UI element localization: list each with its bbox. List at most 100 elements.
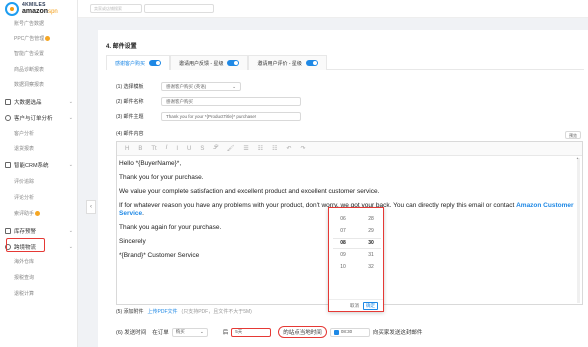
order-event-value: 购买 [175,329,185,334]
sidebar-item[interactable]: 商品诊断报表 [14,66,44,73]
picker-minute[interactable]: 28 [357,216,385,222]
section-title: 4. 邮件设置 [106,44,137,50]
sidebar-item[interactable]: 索评助手 [14,210,41,217]
sidebar-item[interactable]: 退税计算 [14,290,34,297]
sidebar-item-label: 客户分析 [14,131,35,137]
chevron-down-icon: ⌄ [68,244,73,250]
toolbar-button[interactable]: 𝐼 [166,145,168,152]
chevron-down-icon: ⌄ [68,115,73,121]
toolbar-button[interactable]: ☷ [258,145,263,152]
toolbar-button[interactable]: 𝒫 [213,145,217,152]
sidebar-item[interactable]: 海外仓库 [14,258,34,265]
tab-toggle[interactable] [227,60,240,66]
tab-label: 邀请用户反馈 - 星级 [179,60,224,67]
content-row: (4) 邮件内容 [116,130,161,137]
send-time-input[interactable]: 08:30 [329,327,370,337]
sidebar-item[interactable]: 客户与订单分析 ⌄ [5,114,73,122]
send-prefix: 在订单 [152,330,169,336]
clock-icon [333,329,339,335]
nav-group-icon [5,115,11,121]
tab-review-request[interactable]: 邀请用户评价 - 星级 [248,55,327,70]
tab-toggle[interactable] [305,60,318,66]
picker-minute[interactable]: 30 [357,240,385,246]
collapse-sidebar-handle[interactable]: ‹ [86,200,96,214]
picker-minute[interactable]: 32 [357,264,385,270]
picker-footer: 取消 确定 [329,299,383,311]
sidebar-item-label: 库存预警 [14,229,37,235]
tab-feedback-request[interactable]: 邀请用户反馈 - 星级 [170,55,249,70]
toolbar-button[interactable]: S [200,146,204,152]
email-subject-input[interactable]: Thank you for your *{ProductTitle}* purc… [161,112,301,121]
sidebar-item[interactable]: 退货报表 [14,145,34,152]
toolbar-button[interactable]: ↷ [301,145,306,152]
editor-line: We value your complete satisfaction and … [119,188,380,195]
sidebar-item[interactable]: 智能CRM系统 ⌄ [5,161,73,169]
sidebar-item[interactable]: 账号广告数据 [14,20,44,27]
picker-row[interactable]: 09 31 [329,252,385,258]
sidebar-item[interactable]: 评价追踪 [14,178,34,185]
preview-button[interactable]: 预览 [565,131,581,139]
editor-line: Thank you for your purchase. [119,174,204,181]
toolbar-button[interactable]: ↶ [287,145,292,152]
picker-row[interactable]: 06 28 [329,216,385,222]
sidebar-item[interactable]: 评论分析 [14,194,34,201]
tab-label: 感谢客户购买 [115,60,146,67]
tab-thank-purchase[interactable]: 感谢客户购买 [106,55,171,70]
sidebar-item[interactable]: 智能广告设置 [14,50,44,57]
shop-search-input[interactable]: 卖家或店铺搜索 [90,4,142,13]
editor-line: Hello *{BuyerName}*, [119,160,182,167]
picker-row[interactable]: 10 32 [329,264,385,270]
template-row: (1) 选择模板 感谢客户购买 (英语) ⌄ [116,82,241,91]
sidebar-item[interactable]: 客户分析 [14,130,34,137]
toolbar-button[interactable]: U [187,146,191,152]
sidebar: 4KMILES amazonspn 账号广告数据 PPC广告管理 智能广告设置 商品诊… [0,0,78,347]
email-settings-panel: 4. 邮件设置 感谢客户购买 邀请用户反馈 - 星级 邀请用户评价 - 星级 (… [98,30,588,347]
picker-minute[interactable]: 29 [357,228,385,234]
order-event-select[interactable]: 购买 ⌄ [171,327,208,337]
picker-row[interactable]: 08 30 [329,240,385,246]
sidebar-item[interactable]: 大数据选品 ⌄ [5,98,73,106]
picker-hour[interactable]: 08 [329,240,357,246]
picker-ok-button[interactable]: 确定 [363,301,378,310]
toolbar-button[interactable]: ☰ [243,145,248,152]
toolbar-button[interactable]: 🖌 [227,145,235,152]
picker-minute[interactable]: 31 [357,252,385,258]
send-time-label: (6) 发送时间 [116,330,147,336]
time-picker-dropdown[interactable]: 取消 确定 06 28 07 29 08 30 09 31 10 32 [328,207,384,312]
logo-icon [5,2,19,16]
name-row: (2) 邮件名称 感谢客户购买 [116,97,301,106]
toolbar-button[interactable]: I [176,146,178,152]
email-name-input[interactable]: 感谢客户购买 [161,97,301,106]
picker-row[interactable]: 07 29 [329,228,385,234]
sidebar-item[interactable]: 报税查询 [14,274,34,281]
sidebar-item-label: 退货报表 [14,146,35,152]
tab-toggle[interactable] [149,60,162,66]
sidebar-item-label: 退税计算 [14,291,35,297]
toolbar-button[interactable]: H [125,146,129,152]
toolbar-button[interactable]: ☷ [272,145,277,152]
sidebar-item[interactable]: PPC广告管理 [14,35,51,42]
chevron-down-icon: ⌄ [68,228,73,234]
upload-pdf-link[interactable]: 上传PDF文件 [148,308,178,315]
brand-logo[interactable]: 4KMILES amazonspn [5,2,75,18]
picker-hour[interactable]: 06 [329,216,357,222]
picker-cancel-button[interactable]: 取消 [350,303,359,309]
picker-hour[interactable]: 07 [329,228,357,234]
name-label: (2) 邮件名称 [116,99,144,105]
editor-scrollbar[interactable] [576,156,580,303]
nav-group-icon [5,228,11,234]
toolbar-button[interactable]: Tt [151,146,156,152]
sidebar-item-label: 账号广告数据 [14,21,45,27]
template-select[interactable]: 感谢客户购买 (英语) ⌄ [161,82,241,91]
toolbar-button[interactable]: B [138,146,142,152]
sidebar-item-label: 大数据选品 [14,100,42,106]
sidebar-item-label: 索评助手 [14,211,35,217]
sidebar-item[interactable]: 数据洞察报表 [14,81,44,88]
days-input[interactable]: 5天 [231,327,272,337]
filter-select[interactable] [144,4,214,13]
top-bar: 卖家或店铺搜索 [78,0,588,18]
picker-hour[interactable]: 10 [329,264,357,270]
sidebar-item[interactable]: 库存预警 ⌄ [5,227,73,235]
picker-hour[interactable]: 09 [329,252,357,258]
chevron-down-icon: ⌄ [68,99,73,105]
